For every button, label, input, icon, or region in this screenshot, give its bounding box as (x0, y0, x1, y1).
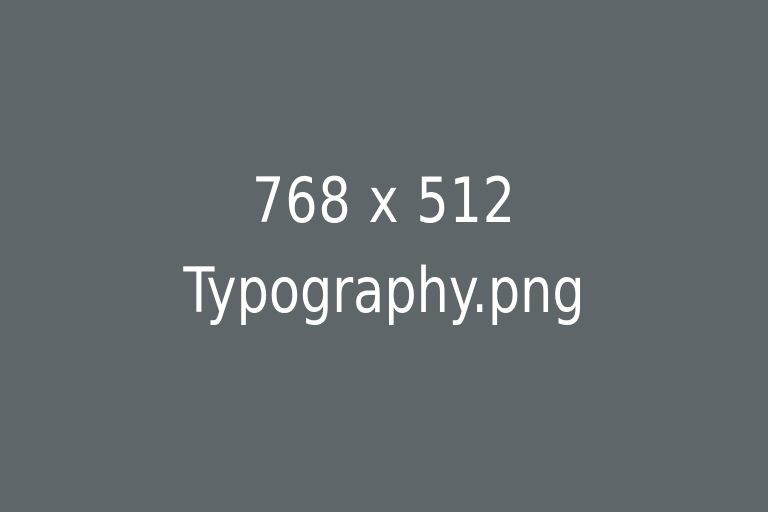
dimensions-label: 768 x 512 (252, 164, 516, 237)
placeholder-image: 768 x 512 Typography.png (0, 0, 768, 512)
filename-label: Typography.png (183, 254, 585, 327)
